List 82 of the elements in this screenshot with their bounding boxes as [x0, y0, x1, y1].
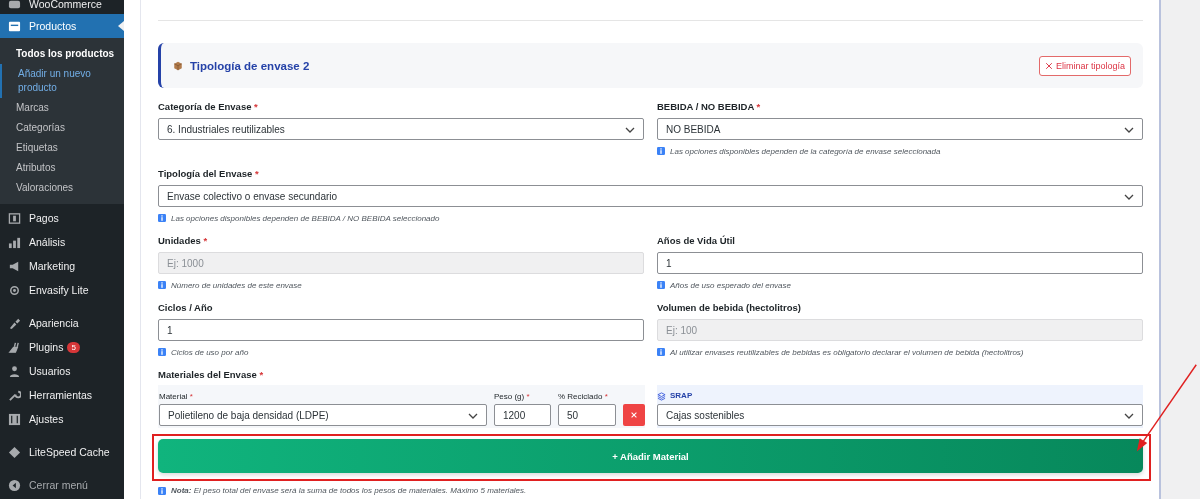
info-icon [657, 147, 665, 155]
dropdown-field[interactable]: Envase colectivo o envase secundario [158, 185, 1143, 207]
menu-icon [8, 412, 21, 426]
sidebar-item[interactable]: Herramientas [0, 383, 124, 407]
menu-icon [8, 340, 21, 354]
field-label: Unidades * [158, 235, 209, 247]
menu-icon [8, 259, 21, 273]
layers-icon [657, 391, 666, 401]
submenu-item[interactable]: Marcas [0, 98, 124, 118]
field-label: % Reciclado * [558, 392, 609, 402]
menu-icon [8, 235, 21, 249]
info-icon [158, 486, 166, 495]
sidebar-item[interactable]: Usuarios [0, 359, 124, 383]
submenu-item[interactable]: Etiquetas [0, 138, 124, 158]
field-hint: Número de unidades de este envase [171, 280, 302, 290]
field-hint: Años de uso esperado del envase [670, 280, 791, 290]
field-label: Ciclos / Año [158, 302, 214, 314]
close-icon [630, 411, 638, 419]
field-hint: Las opciones disponibles dependen de BEBIDA / NO BEBIDA seleccionado [171, 213, 440, 223]
submenu-item[interactable]: Categorías [0, 118, 124, 138]
field-hint: Ciclos de uso por año [171, 347, 249, 357]
remove-type-button[interactable]: Eliminar tipología [1038, 55, 1131, 76]
submenu-item[interactable]: Valoraciones [0, 178, 124, 198]
chevron-down-icon [625, 127, 635, 133]
dropdown-field[interactable]: 6. Industriales reutilizables [158, 118, 644, 140]
dropdown-field[interactable]: NO BEBIDA [657, 118, 1143, 140]
menu-icon [8, 211, 21, 225]
info-icon [657, 348, 665, 356]
sidebar-item[interactable]: Análisis [0, 230, 124, 254]
collapse-menu-button[interactable]: Cerrar menú [0, 473, 124, 497]
submenu-item[interactable]: Atributos [0, 158, 124, 178]
field-label: Tipología del Envase * [158, 168, 260, 180]
field-hint: Al utilizar envases reutilizables de bebidas es obligatorio declarar el volumen de bebida (hectolitros) [670, 347, 1024, 357]
submenu-item[interactable]: Añadir un nuevo producto [0, 64, 124, 98]
input-field[interactable]: 50 [558, 404, 616, 426]
chevron-down-icon [468, 413, 478, 419]
submenu-item[interactable]: Todos los productos [0, 44, 124, 64]
menu-icon [8, 283, 21, 297]
input-field[interactable]: 1 [158, 319, 644, 341]
input-field[interactable]: 1 [657, 252, 1143, 274]
update-count-badge: 5 [67, 341, 80, 353]
sidebar-item[interactable]: Envasify Lite [0, 278, 124, 302]
info-icon [657, 281, 665, 289]
package-icon [173, 60, 183, 71]
srap-label: SRAP [670, 391, 693, 401]
menu-icon [8, 445, 21, 459]
menu-icon [8, 0, 21, 11]
sidebar-item[interactable]: Marketing [0, 254, 124, 278]
sidebar-item[interactable]: Ajustes [0, 407, 124, 431]
current-pointer-icon [118, 21, 124, 31]
info-icon [158, 214, 166, 222]
sidebar-item[interactable]: WooCommerce [0, 0, 124, 14]
chevron-down-icon [1124, 127, 1134, 133]
sidebar-item[interactable]: Apariencia [0, 311, 124, 335]
dropdown-field[interactable]: Polietileno de baja densidad (LDPE) [159, 404, 487, 426]
field-label: Volumen de bebida (hectolitros) [657, 302, 802, 314]
info-icon [158, 348, 166, 356]
field-label: Categoría de Envase * [158, 101, 259, 113]
sidebar-item[interactable]: Plugins 5 [0, 335, 124, 359]
menu-icon [8, 19, 21, 33]
remove-material-button[interactable] [623, 404, 645, 426]
section-title: Tipología de envase 2 [190, 59, 311, 72]
field-label: Peso (g) * [494, 392, 531, 402]
collapse-icon [8, 478, 21, 492]
sidebar-item[interactable]: LiteSpeed Cache [0, 440, 124, 464]
field-label: BEBIDA / NO BEBIDA * [657, 101, 762, 113]
input-field[interactable]: 1200 [494, 404, 551, 426]
menu-icon [8, 364, 21, 378]
field-label: Años de Vida Útil [657, 235, 736, 247]
chevron-down-icon [1124, 194, 1134, 200]
sidebar-item[interactable]: Productos [0, 14, 124, 38]
info-icon [158, 281, 166, 289]
field-hint: Las opciones disponibles dependen de la categoría de envase seleccionada [670, 146, 941, 156]
close-icon [1044, 61, 1053, 70]
chevron-down-icon [1124, 413, 1134, 419]
dropdown-field[interactable]: Cajas sostenibles [657, 404, 1143, 426]
menu-icon [8, 316, 21, 330]
field-label: Materiales del Envase * [158, 369, 265, 381]
field-label: Material * [159, 392, 194, 402]
sidebar-item[interactable]: Pagos [0, 206, 124, 230]
materials-note: Nota: El peso total del envase será la suma de todos los pesos de materiales. Máximo 5 materiales. [171, 486, 527, 495]
menu-icon [8, 388, 21, 402]
